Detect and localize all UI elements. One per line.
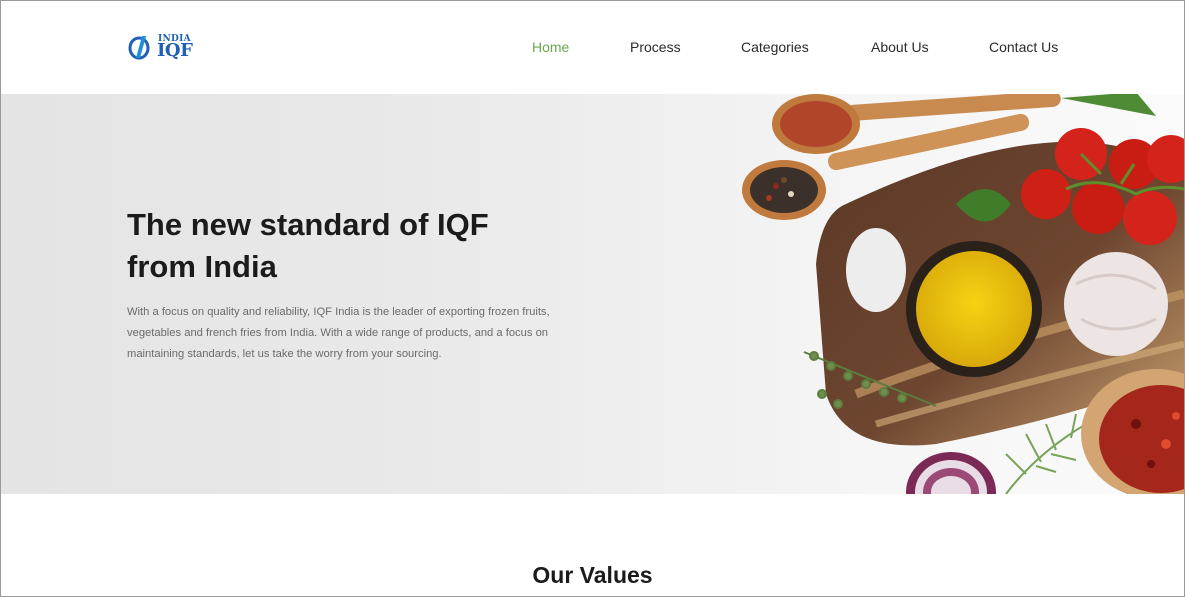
nav-categories[interactable]: Categories — [741, 39, 809, 55]
our-values-title: Our Values — [532, 562, 653, 588]
page: INDIA IQF Home Process Categories About … — [0, 0, 1185, 597]
hero-description: With a focus on quality and reliability,… — [127, 306, 550, 360]
main-nav: Home Process Categories About Us Contact… — [1, 39, 1184, 59]
site-header: INDIA IQF Home Process Categories About … — [1, 1, 1184, 94]
nav-home[interactable]: Home — [532, 39, 569, 55]
hero-spices-image — [742, 94, 1184, 494]
nav-process[interactable]: Process — [630, 39, 681, 55]
red-onion — [906, 452, 996, 494]
hero-title: The new standard of IQF from India — [127, 207, 489, 284]
dill-sprig — [1005, 413, 1087, 494]
nav-contact-us[interactable]: Contact Us — [989, 39, 1058, 55]
hero-section: The new standard of IQF from India With … — [1, 94, 1184, 494]
nav-about-us[interactable]: About Us — [871, 39, 929, 55]
